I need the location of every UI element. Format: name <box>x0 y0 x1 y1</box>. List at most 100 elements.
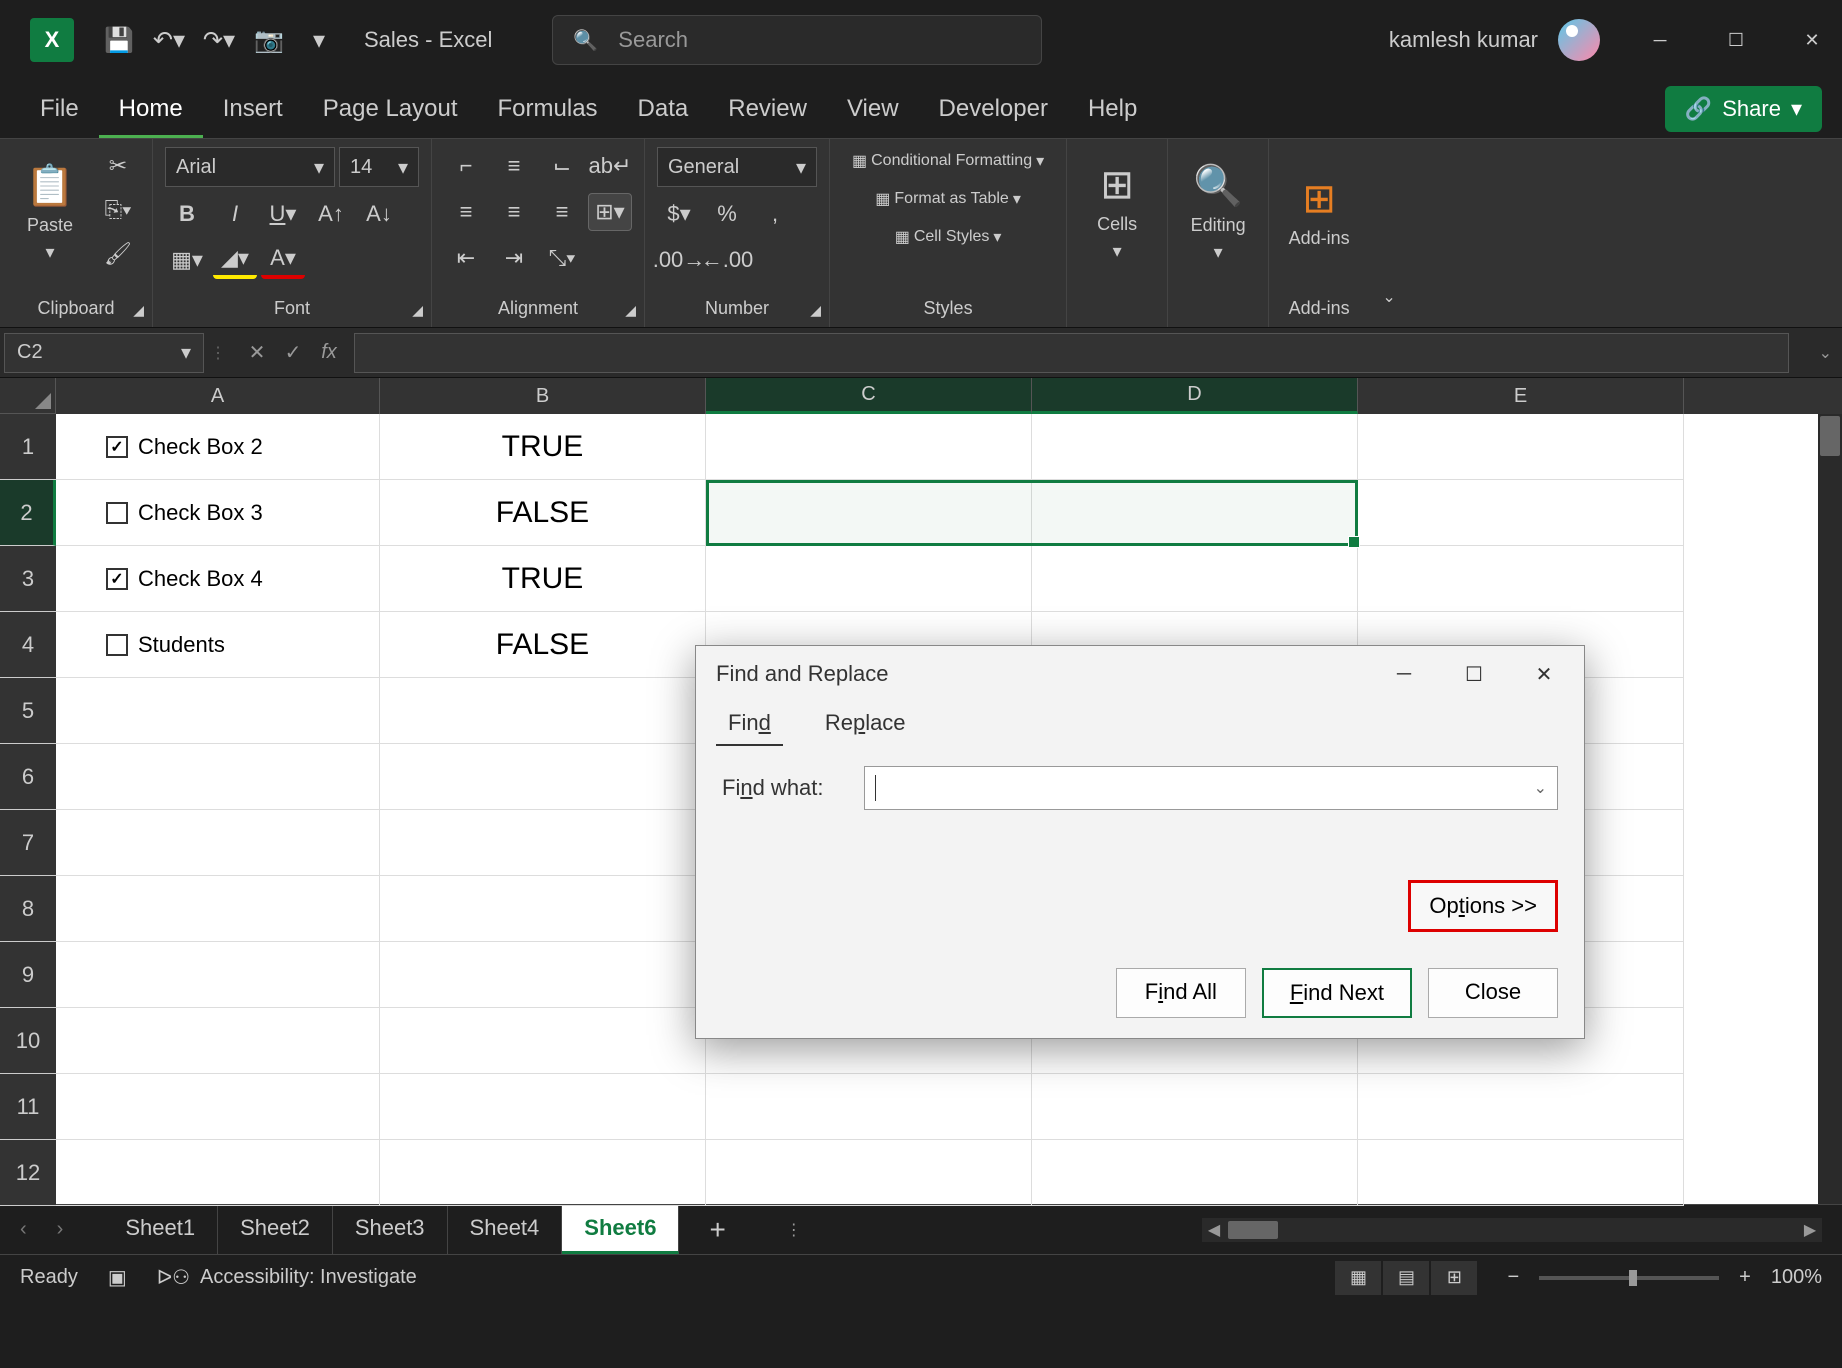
checkbox[interactable] <box>106 568 128 590</box>
cell-B10[interactable] <box>380 1008 706 1074</box>
align-top-button[interactable]: ⌐ <box>444 147 488 185</box>
addins-button[interactable]: ⊞ Add-ins <box>1281 147 1357 277</box>
cancel-formula-button[interactable]: ✕ <box>242 338 272 368</box>
row-header-10[interactable]: 10 <box>0 1008 56 1074</box>
redo-icon[interactable]: ↷▾ <box>204 25 234 55</box>
column-header-C[interactable]: C <box>706 378 1032 414</box>
close-button[interactable]: ✕ <box>1792 20 1832 60</box>
font-size-select[interactable]: 14▾ <box>339 147 419 187</box>
options-button[interactable]: Options >> <box>1408 880 1558 932</box>
font-launcher[interactable]: ◢ <box>412 302 423 319</box>
zoom-out-button[interactable]: − <box>1507 1266 1519 1289</box>
dialog-maximize-button[interactable]: ☐ <box>1454 654 1494 694</box>
row-header-2[interactable]: 2 <box>0 480 56 546</box>
number-launcher[interactable]: ◢ <box>810 302 821 319</box>
cell-E2[interactable] <box>1358 480 1684 546</box>
tab-help[interactable]: Help <box>1068 83 1157 138</box>
collapse-ribbon-button[interactable]: ⌄ <box>1369 139 1409 327</box>
cell-A4[interactable]: Students <box>56 612 380 678</box>
cell-D2[interactable] <box>1032 480 1358 546</box>
cell-D1[interactable] <box>1032 414 1358 480</box>
increase-decimal-button[interactable]: .00→ <box>657 241 701 279</box>
expand-formula-bar-button[interactable]: ⌄ <box>1819 343 1832 363</box>
sheet-tab-menu-button[interactable]: ⋮ <box>786 1220 802 1240</box>
column-header-E[interactable]: E <box>1358 378 1684 414</box>
cell-C2[interactable] <box>706 480 1032 546</box>
copy-button[interactable]: ⎘▾ <box>96 191 140 229</box>
align-center-button[interactable]: ≡ <box>492 193 536 231</box>
row-header-11[interactable]: 11 <box>0 1074 56 1140</box>
cell-A2[interactable]: Check Box 3 <box>56 480 380 546</box>
underline-button[interactable]: U▾ <box>261 195 305 233</box>
sheet-tab-sheet4[interactable]: Sheet4 <box>448 1205 563 1254</box>
column-header-A[interactable]: A <box>56 378 380 414</box>
chevron-down-icon[interactable]: ⌄ <box>1534 778 1547 798</box>
cell-B4[interactable]: FALSE <box>380 612 706 678</box>
bold-button[interactable]: B <box>165 195 209 233</box>
scroll-right-button[interactable]: ▶ <box>1798 1220 1822 1240</box>
orientation-button[interactable]: ⤡▾ <box>540 239 584 277</box>
increase-font-button[interactable]: A↑ <box>309 195 353 233</box>
zoom-in-button[interactable]: + <box>1739 1266 1751 1289</box>
tab-developer[interactable]: Developer <box>919 83 1068 138</box>
decrease-indent-button[interactable]: ⇤ <box>444 239 488 277</box>
tab-home[interactable]: Home <box>99 83 203 138</box>
zoom-slider[interactable] <box>1539 1276 1719 1280</box>
cell-A7[interactable] <box>56 810 380 876</box>
tab-formulas[interactable]: Formulas <box>478 83 618 138</box>
cell-C11[interactable] <box>706 1074 1032 1140</box>
checkbox[interactable] <box>106 502 128 524</box>
cell-A3[interactable]: Check Box 4 <box>56 546 380 612</box>
select-all-corner[interactable] <box>0 378 56 414</box>
formula-input[interactable] <box>354 333 1789 373</box>
tab-page-layout[interactable]: Page Layout <box>303 83 478 138</box>
tab-data[interactable]: Data <box>618 83 709 138</box>
row-header-9[interactable]: 9 <box>0 942 56 1008</box>
customize-qat-icon[interactable]: ▾ <box>304 25 334 55</box>
share-button[interactable]: 🔗 Share ▾ <box>1665 86 1822 132</box>
enter-formula-button[interactable]: ✓ <box>278 338 308 368</box>
increase-indent-button[interactable]: ⇥ <box>492 239 536 277</box>
camera-icon[interactable]: 📷 <box>254 25 284 55</box>
align-bottom-button[interactable]: ⌙ <box>540 147 584 185</box>
number-format-select[interactable]: General▾ <box>657 147 817 187</box>
cell-B1[interactable]: TRUE <box>380 414 706 480</box>
find-what-input[interactable]: ⌄ <box>864 766 1558 810</box>
scroll-left-button[interactable]: ◀ <box>1202 1220 1226 1240</box>
tab-view[interactable]: View <box>827 83 919 138</box>
row-header-7[interactable]: 7 <box>0 810 56 876</box>
sheet-tab-sheet6[interactable]: Sheet6 <box>562 1205 679 1254</box>
undo-icon[interactable]: ↶▾ <box>154 25 184 55</box>
font-color-button[interactable]: A▾ <box>261 241 305 279</box>
tab-review[interactable]: Review <box>708 83 827 138</box>
dialog-titlebar[interactable]: Find and Replace ─ ☐ ✕ <box>696 646 1584 702</box>
currency-button[interactable]: $▾ <box>657 195 701 233</box>
italic-button[interactable]: I <box>213 195 257 233</box>
row-header-3[interactable]: 3 <box>0 546 56 612</box>
cell-C1[interactable] <box>706 414 1032 480</box>
fill-color-button[interactable]: ◢▾ <box>213 241 257 279</box>
decrease-decimal-button[interactable]: ←.00 <box>705 241 749 279</box>
scrollbar-thumb[interactable] <box>1820 416 1840 456</box>
cell-D3[interactable] <box>1032 546 1358 612</box>
percent-button[interactable]: % <box>705 195 749 233</box>
align-right-button[interactable]: ≡ <box>540 193 584 231</box>
cell-A5[interactable] <box>56 678 380 744</box>
search-box[interactable]: 🔍 Search <box>552 15 1042 65</box>
cell-styles-button[interactable]: ▦ Cell Styles ▾ <box>842 223 1054 251</box>
column-header-D[interactable]: D <box>1032 378 1358 414</box>
save-icon[interactable]: 💾 <box>104 25 134 55</box>
row-header-12[interactable]: 12 <box>0 1140 56 1206</box>
checkbox[interactable] <box>106 634 128 656</box>
font-name-select[interactable]: Arial▾ <box>165 147 335 187</box>
row-header-1[interactable]: 1 <box>0 414 56 480</box>
cell-B11[interactable] <box>380 1074 706 1140</box>
cell-D12[interactable] <box>1032 1140 1358 1206</box>
cells-button[interactable]: ⊞ Cells ▾ <box>1079 147 1155 277</box>
insert-function-button[interactable]: fx <box>314 338 344 368</box>
align-left-button[interactable]: ≡ <box>444 193 488 231</box>
sheet-nav-next-button[interactable]: › <box>57 1218 64 1241</box>
find-next-button[interactable]: Find Next <box>1262 968 1412 1018</box>
user-account[interactable]: kamlesh kumar <box>1389 19 1600 61</box>
cell-C3[interactable] <box>706 546 1032 612</box>
